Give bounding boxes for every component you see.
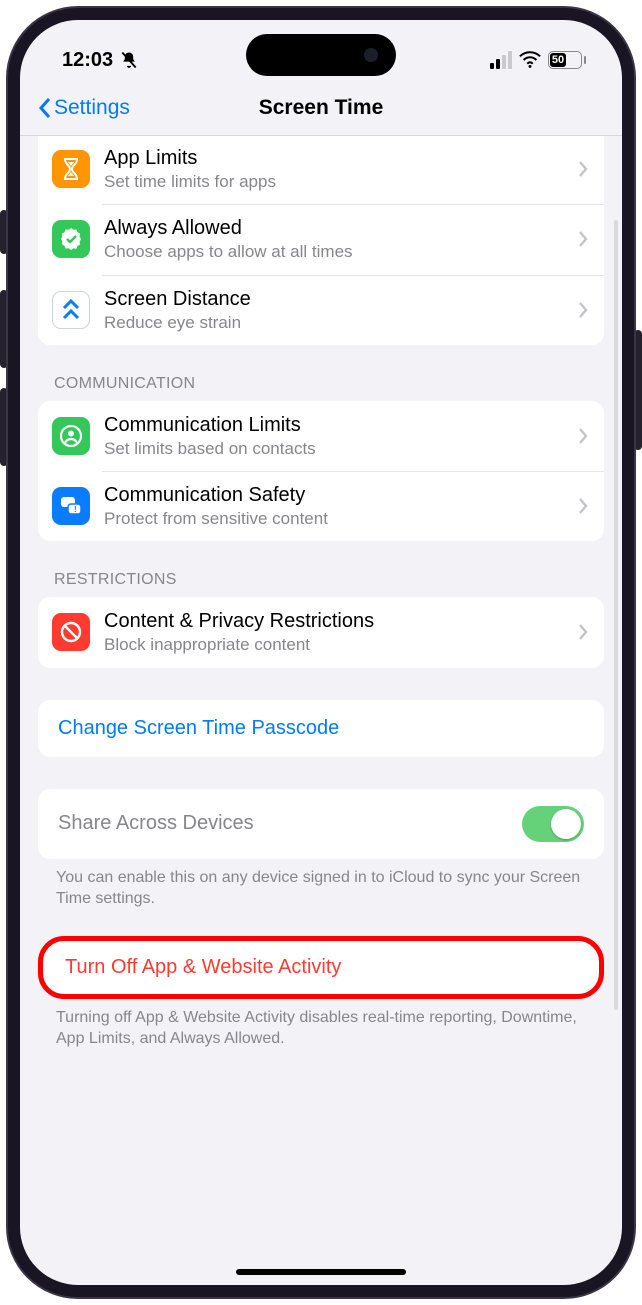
row-sub: Set time limits for apps [104, 171, 564, 192]
row-sub: Protect from sensitive content [104, 508, 564, 529]
section-header-restrictions: RESTRICTIONS [20, 541, 622, 597]
chevrons-up-icon [52, 291, 90, 329]
chat-bubbles-icon: ! [52, 487, 90, 525]
row-app-limits[interactable]: App Limits Set time limits for apps [38, 136, 604, 204]
battery-icon: 50 [548, 51, 586, 69]
svg-text:!: ! [74, 505, 77, 514]
chevron-right-icon [578, 497, 588, 515]
row-always-allowed[interactable]: Always Allowed Choose apps to allow at a… [38, 204, 604, 274]
chevron-right-icon [578, 160, 588, 178]
row-screen-distance[interactable]: Screen Distance Reduce eye strain [38, 275, 604, 345]
row-sub: Block inappropriate content [104, 634, 564, 655]
scrollbar[interactable] [614, 220, 618, 1010]
wifi-icon [519, 51, 541, 69]
row-title: Screen Distance [104, 287, 564, 312]
row-title: Content & Privacy Restrictions [104, 609, 564, 634]
chevron-left-icon [38, 97, 52, 119]
row-sub: Reduce eye strain [104, 312, 564, 333]
row-communication-safety[interactable]: ! Communication Safety Protect from sens… [38, 471, 604, 541]
restrictions-group: Content & Privacy Restrictions Block ina… [38, 597, 604, 667]
row-communication-limits[interactable]: Communication Limits Set limits based on… [38, 401, 604, 471]
cellular-icon [490, 51, 512, 69]
scroll-content[interactable]: App Limits Set time limits for apps Alwa… [20, 136, 622, 1285]
row-sub: Set limits based on contacts [104, 438, 564, 459]
home-indicator[interactable] [236, 1269, 406, 1275]
clock: 12:03 [62, 49, 113, 72]
dynamic-island [246, 34, 396, 76]
turn-off-note: Turning off App & Website Activity disab… [20, 999, 622, 1050]
seal-check-icon [52, 220, 90, 258]
chevron-right-icon [578, 301, 588, 319]
row-content-privacy[interactable]: Content & Privacy Restrictions Block ina… [38, 597, 604, 667]
row-title: Communication Safety [104, 483, 564, 508]
back-button[interactable]: Settings [38, 80, 130, 135]
change-passcode-label: Change Screen Time Passcode [58, 717, 339, 739]
row-title: Communication Limits [104, 413, 564, 438]
chevron-right-icon [578, 230, 588, 248]
row-sub: Choose apps to allow at all times [104, 241, 564, 262]
chevron-right-icon [578, 427, 588, 445]
share-label: Share Across Devices [58, 812, 254, 835]
hourglass-icon [52, 150, 90, 188]
change-passcode-button[interactable]: Change Screen Time Passcode [38, 700, 604, 757]
share-note: You can enable this on any device signed… [20, 859, 622, 910]
person-circle-icon [52, 417, 90, 455]
no-sign-icon [52, 613, 90, 651]
phone-frame: 12:03 50 Settin [8, 8, 634, 1297]
navigation-bar: Settings Screen Time [20, 80, 622, 136]
share-toggle[interactable] [522, 806, 584, 842]
turn-off-label: Turn Off App & Website Activity [65, 956, 341, 978]
section-header-communication: COMMUNICATION [20, 345, 622, 401]
silent-icon [119, 50, 139, 70]
limits-group: App Limits Set time limits for apps Alwa… [38, 136, 604, 345]
chevron-right-icon [578, 623, 588, 641]
row-title: App Limits [104, 146, 564, 171]
page-title: Screen Time [259, 96, 384, 120]
share-across-devices-row[interactable]: Share Across Devices [38, 789, 604, 859]
back-label: Settings [54, 96, 130, 120]
turn-off-activity-button[interactable]: Turn Off App & Website Activity [38, 936, 604, 999]
row-title: Always Allowed [104, 216, 564, 241]
communication-group: Communication Limits Set limits based on… [38, 401, 604, 542]
